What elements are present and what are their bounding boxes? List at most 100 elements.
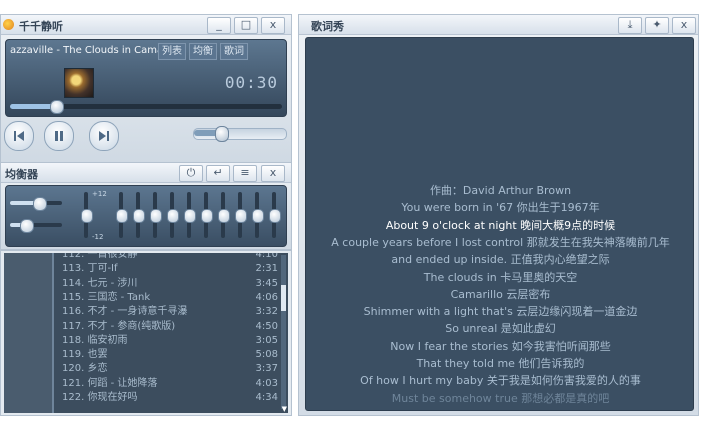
- playlist-scroll-thumb[interactable]: [281, 285, 286, 311]
- eq-band-master[interactable]: [81, 192, 93, 238]
- eq-scale-bottom: -12: [92, 233, 104, 241]
- volume-knob[interactable]: [215, 126, 229, 142]
- balance-knob[interactable]: [19, 219, 34, 233]
- playlist-item-duration: 5:08: [255, 349, 278, 361]
- eq-band-slider[interactable]: [235, 192, 247, 238]
- next-icon: [99, 131, 109, 141]
- reset-button[interactable]: ↵: [206, 165, 230, 182]
- lyrics-line: Of how I hurt my baby 关于我是如何伤害我爱的人的事: [360, 374, 641, 388]
- scroll-down-icon[interactable]: ▼: [282, 405, 287, 413]
- playlist-item-title: 120. 乡恋: [62, 363, 108, 375]
- playlist-item-duration: 4:34: [255, 392, 278, 403]
- playlist-item-title: 121. 何蹈 - 让她降落: [62, 377, 158, 389]
- eq-band-knob[interactable]: [252, 209, 264, 223]
- playlist-item[interactable]: 122. 你现在好吗 4:34: [62, 392, 280, 404]
- playlist-item[interactable]: 113. 丁可-If 2:31: [62, 263, 280, 275]
- eq-band-knob[interactable]: [201, 209, 213, 223]
- seek-bar[interactable]: [10, 100, 282, 114]
- eq-band-slider[interactable]: [218, 192, 230, 238]
- equalizer-titlebar[interactable]: 均衡器 ⏻ ↵ ≡ x: [1, 163, 291, 183]
- volume-slider[interactable]: [193, 126, 287, 142]
- album-cover: [64, 68, 94, 98]
- playlist-item[interactable]: 115. 三国恋 - Tank 4:06: [62, 292, 280, 304]
- eq-band-slider[interactable]: [133, 192, 145, 238]
- playlist-item[interactable]: 121. 何蹈 - 让她降落 4:03: [62, 378, 280, 390]
- playlist-item-duration: 3:05: [255, 334, 278, 346]
- equalizer-window: 均衡器 ⏻ ↵ ≡ x +12 -12: [0, 162, 292, 250]
- tab-playlist[interactable]: 列表: [158, 43, 186, 60]
- tab-equalizer[interactable]: 均衡: [189, 43, 217, 60]
- eq-scale-top: +12: [92, 190, 107, 198]
- lyrics-title: 歌词秀: [311, 20, 344, 33]
- playlist-item-duration: 4:10: [255, 253, 278, 260]
- playlist-item[interactable]: 118. 临安初雨 3:05: [62, 335, 280, 347]
- eq-band-slider[interactable]: [252, 192, 264, 238]
- song-title: azzaville - The Clouds in Camaril: [10, 45, 173, 56]
- player-titlebar[interactable]: 千千静听 _ □ x: [1, 15, 291, 35]
- eq-band-slider[interactable]: [167, 192, 179, 238]
- menu-button[interactable]: ≡: [233, 165, 257, 182]
- playlist-item[interactable]: 120. 乡恋 3:37: [62, 363, 280, 375]
- playlist-item[interactable]: 114. 七元 - 涉川 3:45: [62, 278, 280, 290]
- playlist-item[interactable]: 116. 不才 - 一身诗意千寻瀑 3:32: [62, 306, 280, 318]
- eq-band-knob[interactable]: [133, 209, 145, 223]
- eq-band-knob[interactable]: [269, 209, 281, 223]
- playlist-panel: 112. 一首很安静 4:10 113. 丁可-If 2:31 114. 七元 - 涉川…: [4, 253, 288, 413]
- pause-button[interactable]: [44, 121, 74, 151]
- playlist-item-title: 114. 七元 - 涉川: [62, 277, 138, 289]
- lyrics-line: Shimmer with a light that's 云层边缘闪现着一道金边: [363, 305, 638, 319]
- lyrics-line: Must be somehow true 那想必都是真的吧: [391, 391, 610, 405]
- equalizer-title: 均衡器: [5, 168, 38, 181]
- pause-icon: [55, 131, 63, 141]
- equalizer-close-button[interactable]: x: [261, 165, 285, 182]
- next-button[interactable]: [89, 121, 119, 151]
- playlist-item-title: 113. 丁可-If: [62, 263, 118, 275]
- playlist-item-title: 112. 一首很安静: [62, 253, 138, 260]
- player-window: 千千静听 _ □ x azzaville - The Clouds in Cam…: [0, 14, 292, 164]
- playlist-item-title: 117. 不才 - 参商(纯歌版): [62, 320, 176, 332]
- playlist-item[interactable]: 112. 一首很安静 4:10: [62, 253, 280, 261]
- power-button[interactable]: ⏻: [179, 165, 203, 182]
- lyrics-close-button[interactable]: x: [672, 17, 696, 34]
- eq-band-knob[interactable]: [235, 209, 247, 223]
- eq-band-master-knob[interactable]: [81, 209, 93, 223]
- eq-band-slider[interactable]: [184, 192, 196, 238]
- player-title: 千千静听: [19, 20, 63, 33]
- playlist-item-title: 118. 临安初雨: [62, 334, 128, 346]
- eq-band-knob[interactable]: [150, 209, 162, 223]
- lyrics-display: 作曲：David Arthur Brown You were born in '6…: [305, 37, 694, 411]
- preamp-slider[interactable]: [10, 197, 62, 211]
- playlist-item-duration: 3:37: [255, 363, 278, 375]
- playlist-item-title: 119. 也罢: [62, 349, 108, 361]
- playlist-item-title: 122. 你现在好吗: [62, 392, 138, 403]
- eq-band-knob[interactable]: [218, 209, 230, 223]
- lyrics-line: That they told me 他们告诉我的: [416, 357, 585, 370]
- playlist-sidebar[interactable]: [4, 253, 54, 413]
- playlist-scrollbar[interactable]: [281, 255, 286, 409]
- lyrics-line: So unreal 是如此虚幻: [445, 322, 556, 336]
- eq-band-knob[interactable]: [184, 209, 196, 223]
- previous-button[interactable]: [4, 121, 34, 151]
- pin-button[interactable]: ✦: [645, 17, 669, 34]
- playlist-item[interactable]: 117. 不才 - 参商(纯歌版) 4:50: [62, 321, 280, 333]
- lyrics-titlebar[interactable]: 歌词秀 ⤓ ✦ x: [299, 15, 698, 35]
- seek-knob[interactable]: [50, 100, 65, 114]
- balance-slider[interactable]: [10, 219, 62, 233]
- eq-band-slider[interactable]: [201, 192, 213, 238]
- eq-band-slider[interactable]: [116, 192, 128, 238]
- lyrics-line: and ended up inside. 正值我内心绝望之际: [391, 253, 610, 267]
- minimize-button[interactable]: _: [207, 17, 231, 34]
- playlist-item-duration: 3:32: [255, 306, 278, 318]
- playlist-item[interactable]: 119. 也罢 5:08: [62, 349, 280, 361]
- eq-band-slider[interactable]: [269, 192, 281, 238]
- tab-lyrics[interactable]: 歌词: [220, 43, 248, 60]
- preamp-knob[interactable]: [32, 197, 47, 211]
- eq-band-knob[interactable]: [116, 209, 128, 223]
- play-time: 00:30: [224, 73, 278, 92]
- eq-band-knob[interactable]: [167, 209, 179, 223]
- maximize-button[interactable]: □: [234, 17, 258, 34]
- eq-band-slider[interactable]: [150, 192, 162, 238]
- playlist-window: 112. 一首很安静 4:10 113. 丁可-If 2:31 114. 七元 - 涉川…: [0, 250, 292, 416]
- download-lyrics-button[interactable]: ⤓: [618, 17, 642, 34]
- close-button[interactable]: x: [261, 17, 285, 34]
